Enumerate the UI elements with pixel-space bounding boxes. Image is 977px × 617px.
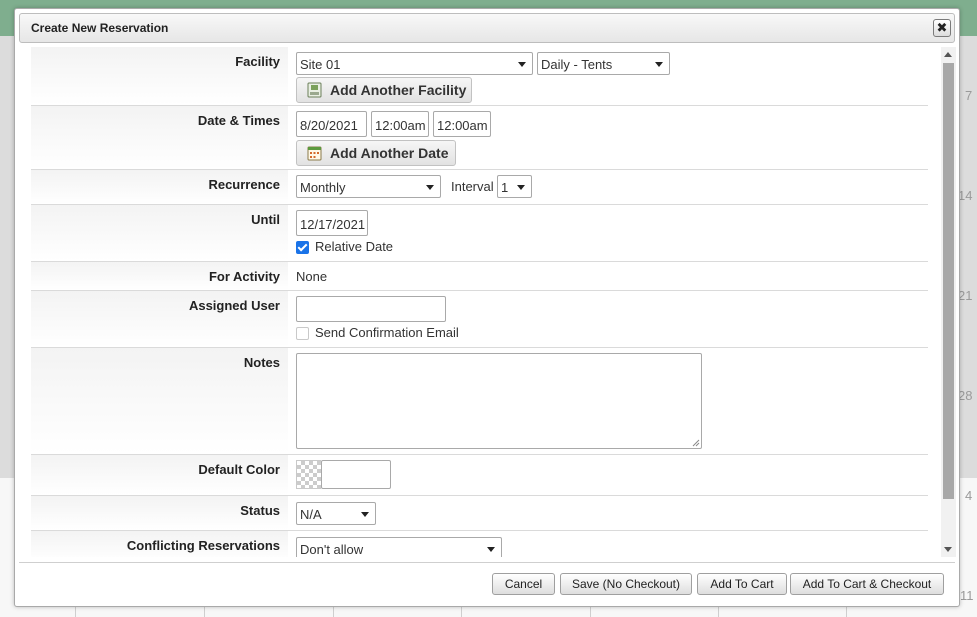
scroll-down-icon[interactable] bbox=[944, 547, 952, 552]
facility-site-select[interactable]: Site 01 bbox=[296, 52, 533, 75]
notes-label: Notes bbox=[31, 348, 288, 454]
notes-row: Notes bbox=[31, 348, 928, 455]
send-confirmation-email-checkbox[interactable] bbox=[296, 327, 309, 340]
conflicting-reservations-value: Don't allow bbox=[300, 542, 364, 557]
date-times-label: Date & Times bbox=[31, 106, 288, 169]
cancel-button[interactable]: Cancel bbox=[492, 573, 555, 595]
until-row: Until 12/17/2021 Relative Date bbox=[31, 205, 928, 262]
facility-row: Facility Site 01 Daily - Tents Add Anoth… bbox=[31, 47, 928, 106]
close-icon[interactable]: ✖ bbox=[933, 19, 951, 37]
facility-site-value: Site 01 bbox=[300, 57, 341, 72]
calendar-gridline bbox=[461, 606, 462, 617]
recurrence-row: Recurrence Monthly Interval 1 bbox=[31, 170, 928, 205]
conflicting-reservations-row: Conflicting Reservations Don't allow bbox=[31, 531, 928, 557]
interval-select[interactable]: 1 bbox=[497, 175, 532, 198]
calendar-day-number: 28 bbox=[958, 388, 973, 403]
until-date-input[interactable]: 12/17/2021 bbox=[296, 210, 368, 236]
form-scrollbar[interactable] bbox=[941, 47, 956, 557]
end-time-input[interactable]: 12:00am bbox=[433, 111, 491, 137]
default-color-row: Default Color bbox=[31, 455, 928, 496]
activity-value: None bbox=[296, 269, 328, 284]
calendar-gridline bbox=[846, 606, 847, 617]
add-to-cart-button[interactable]: Add To Cart bbox=[697, 573, 787, 595]
recurrence-select[interactable]: Monthly bbox=[296, 175, 441, 198]
calendar-gridline bbox=[333, 606, 334, 617]
facility-icon bbox=[307, 82, 322, 98]
resize-handle-icon[interactable] bbox=[692, 439, 700, 447]
notes-textarea[interactable] bbox=[296, 353, 702, 449]
color-swatch-transparent[interactable] bbox=[296, 460, 321, 489]
calendar-day-number: 14 bbox=[958, 188, 973, 203]
calendar-day-number: 7 bbox=[965, 88, 973, 103]
relative-date-label: Relative Date bbox=[315, 239, 394, 254]
send-confirmation-email-label: Send Confirmation Email bbox=[315, 325, 459, 340]
conflicting-reservations-select[interactable]: Don't allow bbox=[296, 537, 502, 557]
recurrence-label: Recurrence bbox=[31, 170, 288, 204]
facility-type-select[interactable]: Daily - Tents bbox=[537, 52, 670, 75]
conflicting-reservations-label: Conflicting Reservations bbox=[31, 531, 288, 557]
chevron-down-icon bbox=[518, 62, 526, 67]
until-label: Until bbox=[31, 205, 288, 261]
scrollbar-thumb[interactable] bbox=[943, 63, 954, 499]
interval-label: Interval bbox=[451, 179, 494, 194]
chevron-down-icon bbox=[361, 512, 369, 517]
calendar-gridline bbox=[75, 606, 76, 617]
relative-date-checkbox[interactable] bbox=[296, 241, 309, 254]
start-time-input[interactable]: 12:00am bbox=[371, 111, 429, 137]
status-row: Status N/A bbox=[31, 496, 928, 531]
default-color-label: Default Color bbox=[31, 455, 288, 495]
calendar-icon bbox=[307, 146, 322, 161]
assigned-user-label: Assigned User bbox=[31, 291, 288, 347]
dialog-title: Create New Reservation bbox=[31, 21, 169, 35]
chevron-down-icon bbox=[426, 185, 434, 190]
dialog-titlebar[interactable]: Create New Reservation ✖ bbox=[19, 13, 955, 43]
calendar-gridline bbox=[590, 606, 591, 617]
calendar-day-number: 4 bbox=[965, 488, 973, 503]
add-another-date-label: Add Another Date bbox=[330, 145, 449, 161]
facility-label: Facility bbox=[31, 47, 288, 105]
recurrence-value: Monthly bbox=[300, 180, 346, 195]
default-color-input[interactable] bbox=[321, 460, 391, 489]
date-times-row: Date & Times 8/20/2021 12:00am 12:00am A… bbox=[31, 106, 928, 170]
scroll-up-icon[interactable] bbox=[944, 52, 952, 57]
assigned-user-row: Assigned User Send Confirmation Email bbox=[31, 291, 928, 348]
calendar-day-number: 11 bbox=[960, 588, 974, 603]
add-another-facility-button[interactable]: Add Another Facility bbox=[296, 77, 472, 103]
chevron-down-icon bbox=[517, 185, 525, 190]
status-select[interactable]: N/A bbox=[296, 502, 376, 525]
interval-value: 1 bbox=[501, 180, 509, 195]
facility-type-value: Daily - Tents bbox=[541, 57, 613, 72]
activity-label: For Activity bbox=[31, 262, 288, 290]
add-another-date-button[interactable]: Add Another Date bbox=[296, 140, 456, 166]
calendar-day-number: 21 bbox=[958, 288, 973, 303]
assigned-user-input[interactable] bbox=[296, 296, 446, 322]
activity-row: For Activity None bbox=[31, 262, 928, 291]
calendar-gridline bbox=[204, 606, 205, 617]
calendar-gridline bbox=[718, 606, 719, 617]
status-label: Status bbox=[31, 496, 288, 530]
chevron-down-icon bbox=[655, 62, 663, 67]
add-to-cart-checkout-button[interactable]: Add To Cart & Checkout bbox=[790, 573, 944, 595]
status-value: N/A bbox=[300, 507, 322, 522]
reservation-form: Facility Site 01 Daily - Tents Add Anoth… bbox=[31, 47, 941, 557]
footer-divider bbox=[19, 562, 955, 563]
start-date-input[interactable]: 8/20/2021 bbox=[296, 111, 367, 137]
chevron-down-icon bbox=[487, 547, 495, 552]
add-another-facility-label: Add Another Facility bbox=[330, 82, 467, 98]
save-no-checkout-button[interactable]: Save (No Checkout) bbox=[560, 573, 692, 595]
create-reservation-dialog: Create New Reservation ✖ Facility Site 0… bbox=[14, 8, 960, 607]
